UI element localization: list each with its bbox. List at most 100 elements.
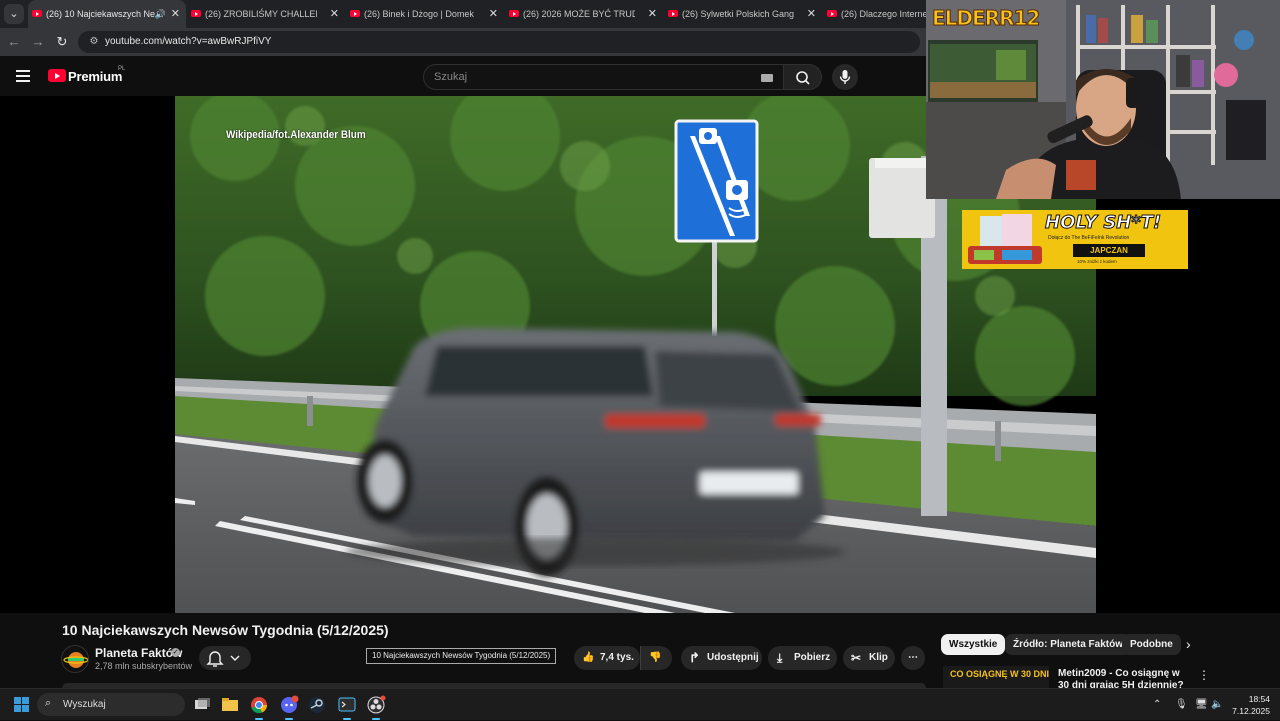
back-arrow-icon[interactable]: ← bbox=[6, 34, 22, 50]
dislike-button[interactable]: 👎 bbox=[640, 646, 672, 670]
youtube-logo-icon[interactable] bbox=[48, 69, 66, 82]
steam-icon[interactable] bbox=[306, 694, 328, 716]
notification-bell-button[interactable] bbox=[199, 646, 251, 670]
file-explorer-icon[interactable] bbox=[219, 694, 241, 716]
channel-name[interactable]: Planeta Faktów bbox=[95, 646, 182, 660]
planet-icon bbox=[63, 652, 88, 668]
download-label: Pobierz bbox=[794, 652, 831, 663]
title-tooltip: 10 Najciekawszych Newsów Tygodnia (5/12/… bbox=[366, 648, 557, 664]
windows-taskbar: ⌕ Wyszukaj ⌃ 🎙 🖥 🔈 18:54 7.12.2025 bbox=[0, 688, 1280, 720]
terminal-icon[interactable] bbox=[336, 694, 358, 720]
ad-subline: Dołącz do The BeFiFeInk Revolution bbox=[1048, 235, 1130, 241]
tab-title: (26) Dlaczego Internet Z bbox=[841, 9, 926, 19]
network-icon[interactable]: 🖥 bbox=[1195, 689, 1208, 721]
site-info-icon[interactable]: ⚙ bbox=[86, 34, 102, 50]
clock-time: 18:54 bbox=[1248, 694, 1270, 704]
youtube-masthead: Premium PL bbox=[0, 56, 926, 96]
system-clock[interactable]: 18:54 7.12.2025 bbox=[1226, 693, 1270, 717]
search-button[interactable] bbox=[784, 64, 822, 90]
scissors-icon: ✂ bbox=[851, 651, 862, 665]
discord-icon[interactable] bbox=[278, 694, 300, 720]
tab-1[interactable]: (26) 10 Najciekawszych Ne 🔊 ✕ bbox=[28, 0, 186, 28]
microphone-icon bbox=[839, 70, 851, 84]
task-view-icon[interactable] bbox=[191, 694, 213, 716]
volume-icon[interactable]: 🔈 bbox=[1211, 689, 1223, 721]
tab-title: (26) ZROBILIŚMY CHALLENGE Z bbox=[205, 9, 317, 19]
share-arrow-icon: ↱ bbox=[689, 650, 700, 665]
youtube-favicon-icon bbox=[827, 10, 837, 17]
address-bar[interactable]: ⚙ youtube.com/watch?v=awBwRJPfiVY bbox=[78, 31, 920, 53]
verified-badge-icon: ✓ bbox=[171, 648, 180, 657]
close-tab-icon[interactable]: ✕ bbox=[489, 0, 498, 28]
download-icon: ⤓ bbox=[777, 651, 783, 665]
close-tab-icon[interactable]: ✕ bbox=[171, 0, 180, 28]
thumbs-up-icon: 👍 bbox=[582, 652, 595, 663]
sponsor-ad-banner: HOLY SH*T! Dołącz do The BeFiFeInk Revol… bbox=[962, 210, 1188, 269]
thumbs-down-icon: 👎 bbox=[649, 652, 662, 663]
filter-chip-all[interactable]: Wszystkie bbox=[941, 634, 1006, 655]
tab-2[interactable]: (26) ZROBILIŚMY CHALLENGE Z ✕ bbox=[187, 0, 345, 28]
close-tab-icon[interactable]: ✕ bbox=[330, 0, 339, 28]
obs-icon[interactable] bbox=[365, 694, 387, 720]
taskbar-search[interactable]: ⌕ Wyszukaj bbox=[37, 693, 185, 716]
country-code: PL bbox=[118, 66, 126, 72]
tab-title: (26) 2026 MOŻE BYĆ TRUDNY bbox=[523, 9, 635, 19]
tab-5[interactable]: (26) Sylwetki Polskich Gangster ✕ bbox=[664, 0, 822, 28]
tab-search-button[interactable]: ⌄ bbox=[4, 4, 24, 24]
search-box[interactable] bbox=[423, 64, 784, 90]
ad-code: 10% zniżki z kodem bbox=[1077, 259, 1117, 264]
like-count: 7,4 tys. bbox=[600, 652, 634, 663]
close-tab-icon[interactable]: ✕ bbox=[807, 0, 816, 28]
microphone-tray-icon[interactable]: 🎙 bbox=[1175, 689, 1188, 721]
youtube-favicon-icon bbox=[350, 10, 360, 17]
search-icon: ⌕ bbox=[45, 697, 52, 709]
more-vertical-icon[interactable]: ⋮ bbox=[1198, 668, 1210, 682]
share-button[interactable]: ↱ Udostępnij bbox=[681, 646, 762, 670]
url-text[interactable]: youtube.com/watch?v=awBwRJPfiVY bbox=[105, 31, 271, 53]
filter-chip-source[interactable]: Źródło: Planeta Faktów bbox=[1005, 634, 1132, 655]
chrome-icon[interactable] bbox=[248, 694, 270, 720]
tab-4[interactable]: (26) 2026 MOŻE BYĆ TRUDNY ✕ bbox=[505, 0, 663, 28]
ad-brand: JAPCZAN bbox=[1073, 244, 1145, 257]
download-button[interactable]: ⤓ Pobierz bbox=[768, 646, 837, 670]
youtube-favicon-icon bbox=[509, 10, 519, 17]
tab-6[interactable]: (26) Dlaczego Internet Z bbox=[823, 0, 926, 28]
windows-start-icon[interactable] bbox=[14, 697, 30, 713]
tab-3[interactable]: (26) Binek i Dżogo | Domek dla ✕ bbox=[346, 0, 504, 28]
close-tab-icon[interactable]: ✕ bbox=[648, 0, 657, 28]
filter-chip-related[interactable]: Podobne bbox=[1122, 634, 1181, 655]
menu-icon[interactable] bbox=[16, 70, 30, 82]
tab-title: (26) Sylwetki Polskich Gangster bbox=[682, 9, 794, 19]
chevron-right-icon[interactable]: › bbox=[1186, 636, 1191, 652]
recommendation-thumbnail[interactable]: CO OSIĄGNĘ W 30 DNI bbox=[943, 666, 1049, 688]
tab-title: (26) 10 Najciekawszych Ne bbox=[46, 9, 156, 19]
youtube-favicon-icon bbox=[191, 10, 201, 17]
reload-icon[interactable]: ↻ bbox=[54, 34, 70, 50]
forward-arrow-icon[interactable]: → bbox=[30, 34, 46, 50]
keyboard-icon[interactable] bbox=[761, 74, 773, 82]
streamer-webcam: ELDERR12 bbox=[926, 0, 1280, 199]
taskbar-search-label: Wyszukaj bbox=[63, 699, 106, 710]
channel-avatar[interactable] bbox=[61, 645, 89, 673]
clip-label: Klip bbox=[869, 652, 888, 663]
streamer-logo: ELDERR12 bbox=[931, 6, 1040, 31]
browser-toolbar: ← → ↻ ⚙ youtube.com/watch?v=awBwRJPfiVY bbox=[0, 28, 926, 56]
speaker-icon[interactable]: 🔊 bbox=[155, 0, 166, 28]
like-button[interactable]: 👍 7,4 tys. bbox=[574, 646, 640, 670]
tab-title: (26) Binek i Dżogo | Domek dla bbox=[364, 9, 476, 19]
photo-credit: Wikipedia/fot.Alexander Blum bbox=[226, 129, 366, 141]
search-input[interactable] bbox=[434, 69, 754, 85]
bell-icon bbox=[206, 651, 240, 667]
voice-search-button[interactable] bbox=[832, 64, 858, 90]
brand-label[interactable]: Premium bbox=[68, 69, 122, 84]
youtube-favicon-icon bbox=[668, 10, 678, 17]
chevron-up-icon[interactable]: ⌃ bbox=[1153, 689, 1161, 721]
subscriber-count: 2,78 mln subskrybentów bbox=[95, 661, 193, 671]
search-icon bbox=[796, 71, 810, 85]
thumbnail-text: CO OSIĄGNĘ W 30 DNI bbox=[950, 669, 1049, 679]
clip-button[interactable]: ✂ Klip bbox=[843, 646, 895, 670]
video-title: 10 Najciekawszych Newsów Tygodnia (5/12/… bbox=[62, 622, 389, 638]
recommendation-title[interactable]: Metin2009 - Co osiągnę w 30 dni grając 5… bbox=[1058, 668, 1188, 688]
clock-date: 7.12.2025 bbox=[1232, 706, 1270, 716]
more-actions-button[interactable]: ⋯ bbox=[901, 646, 925, 670]
